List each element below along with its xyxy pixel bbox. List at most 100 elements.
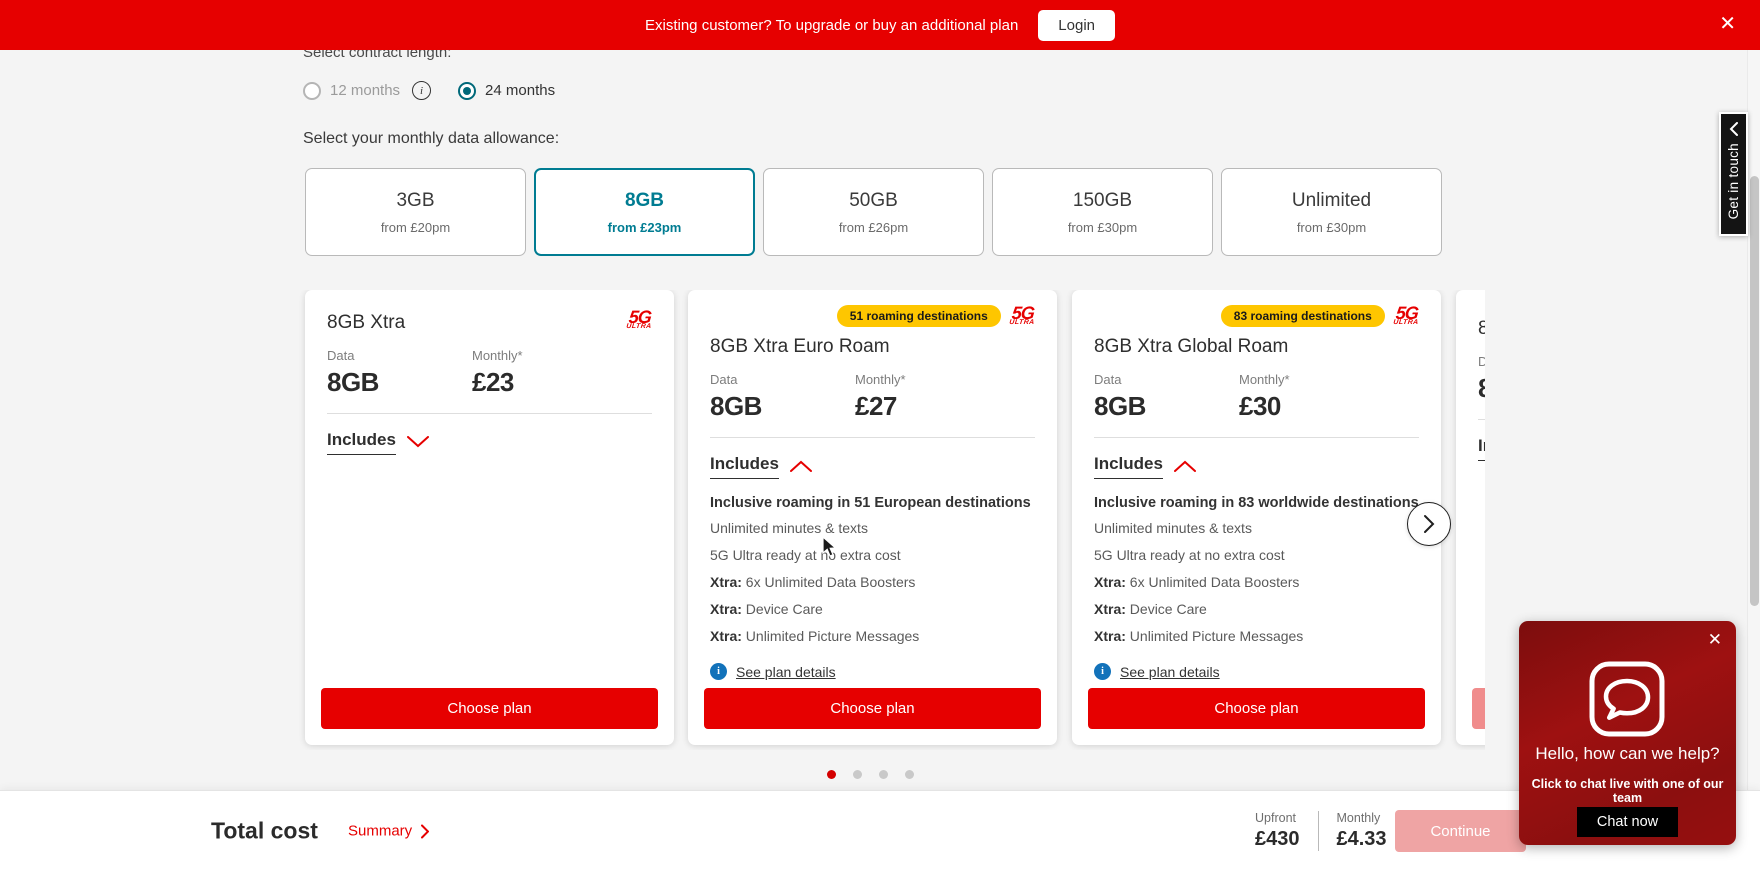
allowance-price: from £30pm [1297, 220, 1366, 235]
feature-item-xtra: Xtra: 6x Unlimited Data Boosters [1094, 573, 1419, 592]
roaming-badge: 83 roaming destinations [1221, 305, 1385, 327]
chat-close-icon[interactable]: ✕ [1708, 630, 1722, 650]
roaming-heading: Inclusive roaming in 83 worldwide destin… [1094, 495, 1419, 511]
scrollbar-thumb[interactable] [1750, 176, 1759, 606]
chat-bubble-icon [1587, 659, 1667, 739]
roaming-heading: Inclusive roaming in 51 European destina… [710, 495, 1035, 511]
plan-carousel: 8GB Xtra 5GULTRA Data 8GB Monthly* £23 I… [289, 290, 1485, 750]
monthly-value: £30 [1239, 391, 1384, 422]
total-cost-bar: Total cost Summary Upfront £430 Monthly … [0, 790, 1760, 871]
data-value: 8GB [327, 367, 472, 398]
includes-label: Includes [710, 454, 779, 479]
feature-item-xtra: Xtra: Unlimited Picture Messages [1094, 627, 1419, 646]
choose-plan-button[interactable]: Choose plan [321, 688, 658, 729]
chevron-right-icon [421, 824, 429, 838]
5g-ultra-icon: 5GULTRA [1393, 306, 1420, 326]
continue-button[interactable]: Continue [1395, 810, 1526, 852]
feature-item-xtra: Xtra: Device Care [1094, 600, 1419, 619]
info-icon: i [710, 663, 727, 680]
cost-summary: Upfront £430 Monthly £4.33 [1255, 811, 1387, 851]
includes-toggle[interactable]: Includes [327, 430, 429, 455]
page-scrollbar: ▾ [1747, 50, 1760, 871]
allowance-size: 50GB [849, 190, 898, 212]
allowance-option-3gb[interactable]: 3GB from £20pm [305, 168, 526, 256]
get-in-touch-label: Get in touch [1726, 143, 1741, 219]
allowance-option-8gb[interactable]: 8GB from £23pm [534, 168, 755, 256]
upfront-value: £430 [1255, 828, 1300, 851]
divider [1318, 811, 1319, 851]
radio-24-months[interactable]: 24 months [458, 82, 555, 100]
radio-checked-icon[interactable] [458, 82, 476, 100]
login-button[interactable]: Login [1038, 10, 1115, 41]
plan-card-partial: 8GB Xtra Data 8GB Includes Choose plan [1456, 290, 1485, 745]
monthly-label: Monthly* [472, 348, 617, 363]
divider [710, 437, 1035, 438]
banner-message: Existing customer? To upgrade or buy an … [645, 17, 1018, 34]
includes-toggle[interactable]: Includes [1478, 436, 1485, 461]
monthly-label: Monthly* [1239, 372, 1384, 387]
allowance-option-50gb[interactable]: 50GB from £26pm [763, 168, 984, 256]
radio-12-months[interactable]: 12 months [303, 82, 400, 100]
radio-unchecked-icon[interactable] [303, 82, 321, 100]
feature-item-xtra: Xtra: 6x Unlimited Data Boosters [710, 573, 1035, 592]
upfront-label: Upfront [1255, 811, 1300, 825]
plan-name: 8GB Xtra Global Roam [1094, 336, 1419, 358]
plan-card-8gb-xtra-euro-roam: 51 roaming destinations 5GULTRA 8GB Xtra… [688, 290, 1057, 745]
includes-toggle[interactable]: Includes [1094, 454, 1196, 479]
carousel-dots [827, 770, 914, 779]
allowance-options: 3GB from £20pm 8GB from £23pm 50GB from … [305, 168, 1442, 256]
contract-length-options: 12 months i 24 months [303, 81, 555, 100]
allowance-price: from £30pm [1068, 220, 1137, 235]
page: Existing customer? To upgrade or buy an … [0, 0, 1760, 871]
chat-greeting: Hello, how can we help? [1519, 744, 1736, 764]
chevron-right-icon [1423, 514, 1435, 534]
summary-link[interactable]: Summary [348, 823, 429, 840]
feature-item: Unlimited minutes & texts [1094, 519, 1419, 538]
allowance-size: 3GB [396, 190, 434, 212]
data-label: Data [1094, 372, 1239, 387]
includes-label: Includes [1478, 436, 1485, 461]
choose-plan-button[interactable]: Choose plan [704, 688, 1041, 729]
carousel-dot-2[interactable] [853, 770, 862, 779]
monthly-value: £23 [472, 367, 617, 398]
banner-close-icon[interactable]: ✕ [1719, 13, 1736, 35]
chevron-up-icon [790, 460, 812, 472]
plan-name: 8GB Xtra [327, 312, 405, 334]
see-plan-details-link[interactable]: i See plan details [710, 663, 836, 680]
feature-item: Unlimited minutes & texts [710, 519, 1035, 538]
allowance-size: Unlimited [1292, 190, 1371, 212]
carousel-dot-3[interactable] [879, 770, 888, 779]
allowance-price: from £26pm [839, 220, 908, 235]
chevron-down-icon [407, 436, 429, 448]
allowance-option-unlimited[interactable]: Unlimited from £30pm [1221, 168, 1442, 256]
data-label: Data [1478, 354, 1485, 369]
see-plan-details-link[interactable]: i See plan details [1094, 663, 1220, 680]
choose-plan-button[interactable]: Choose plan [1472, 688, 1485, 729]
chevron-left-icon [1729, 122, 1738, 136]
divider [1478, 419, 1485, 420]
monthly-cost: Monthly £4.33 [1337, 811, 1387, 851]
get-in-touch-tab[interactable]: Get in touch [1719, 112, 1748, 236]
radio-12-months-label: 12 months [330, 82, 400, 99]
chat-now-button[interactable]: Chat now [1577, 807, 1678, 837]
data-value: 8GB [1094, 391, 1239, 422]
includes-label: Includes [327, 430, 396, 455]
5g-ultra-icon: 5GULTRA [626, 310, 653, 330]
data-label: Data [327, 348, 472, 363]
monthly-label: Monthly [1337, 811, 1387, 825]
info-icon[interactable]: i [412, 81, 431, 100]
carousel-next-button[interactable] [1407, 502, 1451, 546]
includes-toggle[interactable]: Includes [710, 454, 812, 479]
divider [327, 413, 652, 414]
upfront-cost: Upfront £430 [1255, 811, 1300, 851]
divider [1094, 437, 1419, 438]
plan-name: 8GB Xtra Euro Roam [710, 336, 1035, 358]
data-value: 8GB [710, 391, 855, 422]
allowance-price: from £20pm [381, 220, 450, 235]
choose-plan-button[interactable]: Choose plan [1088, 688, 1425, 729]
carousel-dot-1[interactable] [827, 770, 836, 779]
chevron-up-icon [1174, 460, 1196, 472]
carousel-dot-4[interactable] [905, 770, 914, 779]
allowance-option-150gb[interactable]: 150GB from £30pm [992, 168, 1213, 256]
allowance-price: from £23pm [608, 220, 682, 235]
